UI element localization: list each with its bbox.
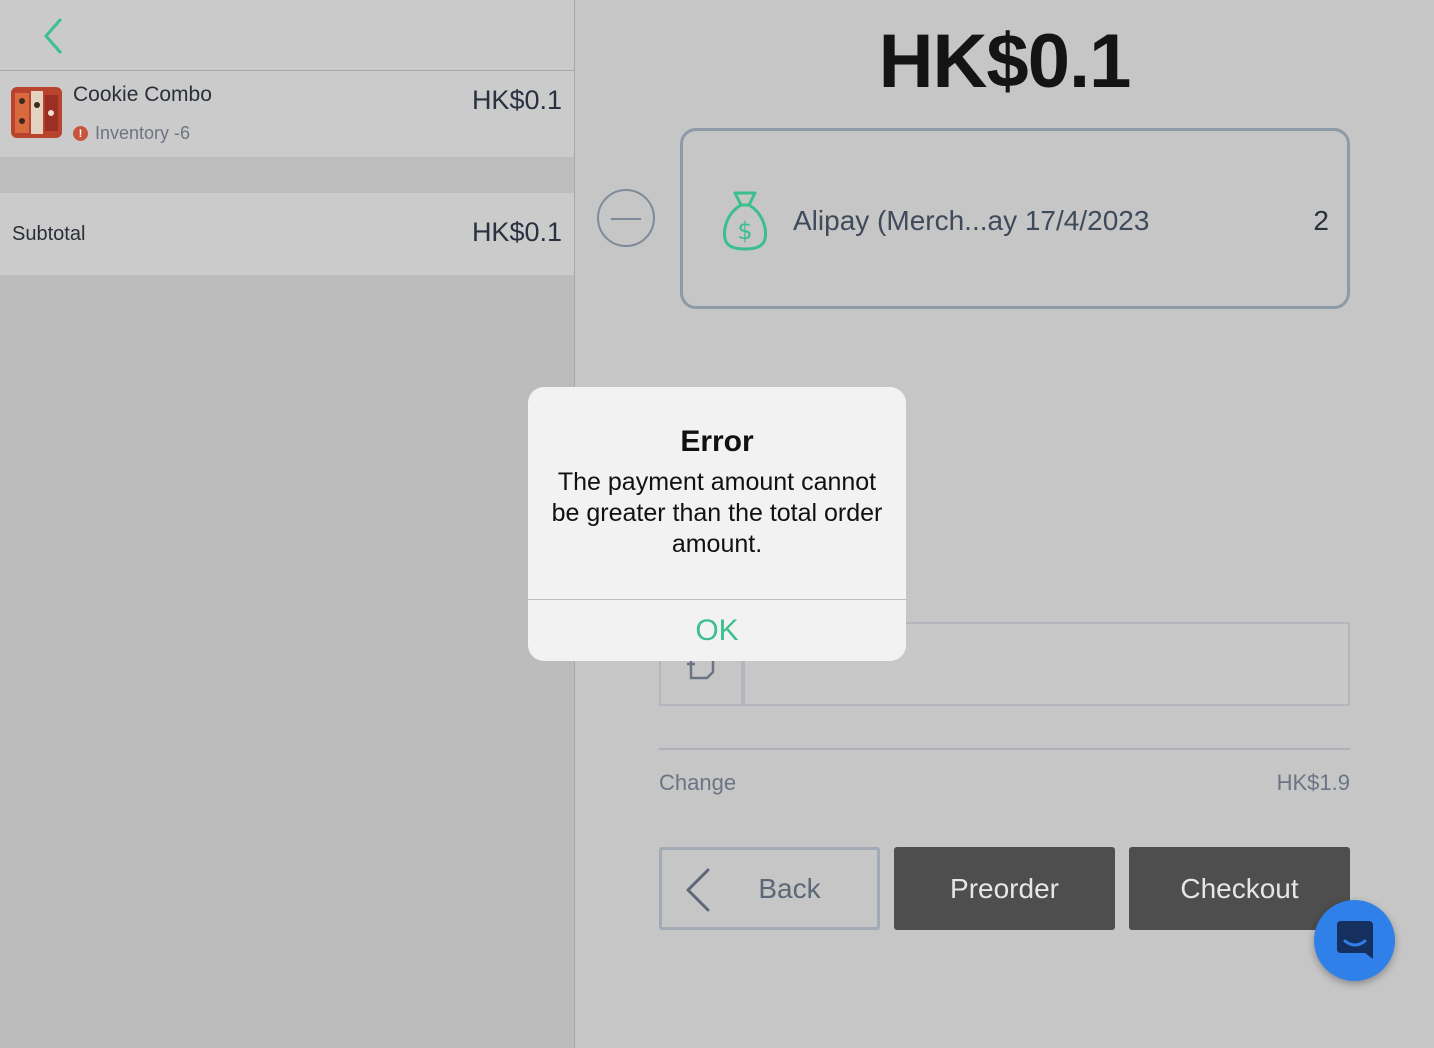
divider xyxy=(659,748,1350,750)
payment-method-count: 2 xyxy=(1313,205,1329,236)
back-button[interactable]: Back xyxy=(659,847,880,930)
warning-icon: ! xyxy=(73,126,88,141)
preorder-button[interactable]: Preorder xyxy=(894,847,1115,930)
inventory-text: Inventory -6 xyxy=(95,123,191,143)
back-button-label: Back xyxy=(758,872,821,904)
chat-icon xyxy=(1337,921,1373,959)
chevron-left-icon[interactable] xyxy=(38,16,72,56)
money-bag-icon: $ xyxy=(723,191,767,251)
change-label: Change xyxy=(659,770,737,795)
cart-item-row[interactable]: Cookie Combo ! Inventory -6 HK$0.1 xyxy=(0,71,574,157)
order-header xyxy=(0,0,574,71)
chevron-left-icon xyxy=(686,868,710,912)
spacer xyxy=(0,157,574,193)
product-thumbnail xyxy=(11,87,62,138)
payment-method-label: Alipay (Merch...ay 17/4/2023 xyxy=(793,205,1150,236)
error-alert: Error The payment amount cannot be great… xyxy=(528,387,906,661)
total-amount: HK$0.1 xyxy=(878,19,1132,104)
change-value: HK$1.9 xyxy=(1276,770,1350,795)
payment-method-card[interactable]: $ Alipay (Merch...ay 17/4/2023 2 xyxy=(680,128,1350,309)
subtotal-row: Subtotal HK$0.1 xyxy=(0,193,574,275)
order-panel: Cookie Combo ! Inventory -6 HK$0.1 Subto… xyxy=(0,0,575,1048)
item-name: Cookie Combo xyxy=(73,83,212,106)
chat-button[interactable] xyxy=(1314,900,1395,981)
alert-title: Error xyxy=(680,425,754,458)
subtotal-value: HK$0.1 xyxy=(471,217,562,247)
alert-message: The payment amount cannot be greater tha… xyxy=(551,468,883,558)
svg-text:$: $ xyxy=(737,217,752,245)
checkout-button[interactable]: Checkout xyxy=(1129,847,1350,930)
remove-payment-button[interactable] xyxy=(597,189,655,247)
inventory-status: ! Inventory -6 xyxy=(73,123,190,144)
subtotal-label: Subtotal xyxy=(12,223,86,245)
alert-ok-button[interactable]: OK xyxy=(528,600,906,661)
item-price: HK$0.1 xyxy=(471,85,562,115)
